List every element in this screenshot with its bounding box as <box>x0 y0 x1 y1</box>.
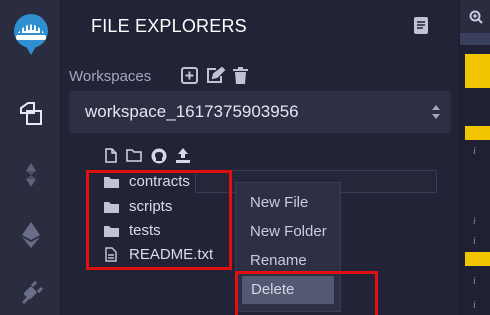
delete-workspace-icon[interactable] <box>233 67 248 84</box>
workspace-select[interactable]: workspace_1617375903956 <box>69 91 451 133</box>
workspaces-label: Workspaces <box>69 68 152 85</box>
context-menu-new-folder[interactable]: New Folder <box>250 223 327 240</box>
editor-edge-strip: i i i i i <box>459 0 490 315</box>
info-marker: i <box>473 216 476 227</box>
new-folder-icon[interactable] <box>126 148 142 164</box>
highlight-marker <box>465 252 490 266</box>
info-marker: i <box>473 300 476 311</box>
context-menu-rename[interactable]: Rename <box>250 252 307 269</box>
remix-logo-icon[interactable] <box>0 8 61 60</box>
file-tree-toolbar <box>105 148 190 164</box>
highlight-marker <box>465 126 490 140</box>
panel-title: FILE EXPLORERS <box>91 16 247 36</box>
info-marker: i <box>473 276 476 287</box>
workspace-actions <box>181 67 248 84</box>
icon-rail <box>0 0 61 315</box>
workspace-select-value: workspace_1617375903956 <box>85 102 299 121</box>
highlight-marker <box>465 54 490 88</box>
github-icon[interactable] <box>151 148 167 164</box>
annotation-box-tree <box>86 170 232 270</box>
upload-icon[interactable] <box>176 148 190 164</box>
info-marker: i <box>473 146 476 157</box>
documentation-icon[interactable] <box>414 17 428 39</box>
create-workspace-icon[interactable] <box>181 67 198 84</box>
info-marker: i <box>473 236 476 247</box>
solidity-compiler-icon[interactable] <box>0 152 61 198</box>
strip-separator <box>460 33 490 45</box>
rename-workspace-icon[interactable] <box>206 67 225 84</box>
plugin-manager-icon[interactable] <box>0 270 61 315</box>
file-explorer-icon[interactable] <box>0 90 61 136</box>
select-caret-icon <box>431 104 441 125</box>
annotation-box-delete <box>235 271 378 315</box>
new-file-icon[interactable] <box>105 148 117 164</box>
context-menu-new-file[interactable]: New File <box>250 194 308 211</box>
deploy-run-icon[interactable] <box>0 212 61 258</box>
zoom-in-icon[interactable] <box>460 0 490 33</box>
